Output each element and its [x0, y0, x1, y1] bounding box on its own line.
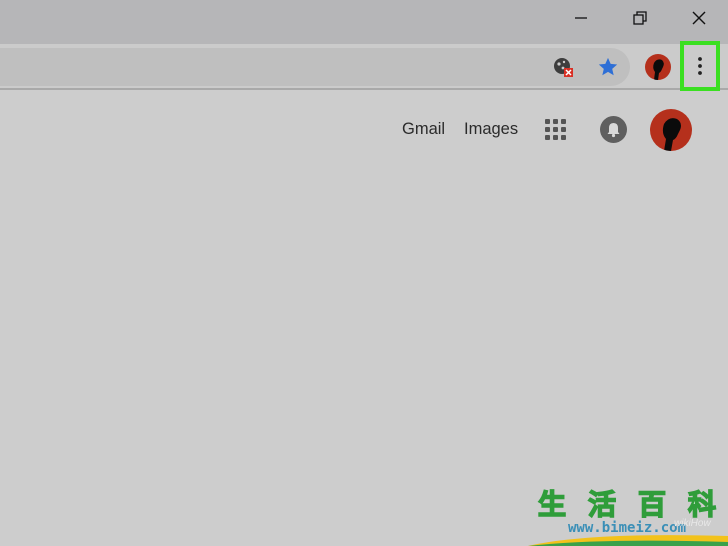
close-button[interactable]	[671, 0, 727, 36]
more-menu-icon	[698, 57, 702, 75]
images-link[interactable]: Images	[464, 119, 518, 139]
more-menu-button[interactable]	[680, 41, 720, 91]
watermark: 生 活 百 科 www.bimeiz.com wikiHow	[528, 486, 728, 546]
watermark-url: www.bimeiz.com	[568, 520, 687, 536]
watermark-chinese: 生 活 百 科	[537, 487, 718, 522]
gmail-link[interactable]: Gmail	[402, 119, 445, 139]
cookie-blocked-icon[interactable]	[551, 55, 575, 79]
close-icon	[692, 11, 706, 25]
notifications-button[interactable]	[600, 116, 627, 143]
bookmark-star-icon[interactable]	[596, 55, 620, 79]
profile-silhouette-icon	[653, 59, 664, 80]
apps-grid-icon[interactable]	[545, 119, 567, 141]
account-avatar[interactable]	[650, 109, 692, 151]
toolbar-divider	[0, 88, 728, 90]
watermark-wikihow: wikiHow	[674, 518, 711, 529]
address-bar[interactable]	[0, 48, 630, 86]
minimize-button[interactable]	[553, 0, 609, 36]
bell-icon	[607, 123, 620, 138]
restore-icon	[633, 11, 647, 25]
profile-silhouette-icon	[662, 118, 681, 151]
profile-avatar[interactable]	[645, 54, 671, 80]
minimize-icon	[575, 17, 587, 19]
restore-button[interactable]	[612, 0, 668, 36]
